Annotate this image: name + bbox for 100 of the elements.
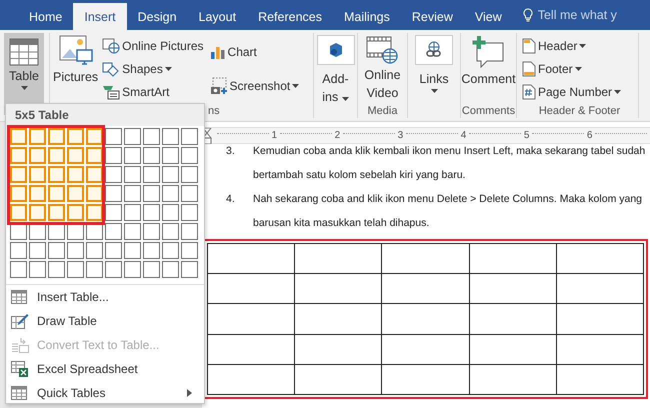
online-video-button[interactable]: Online Video xyxy=(361,33,404,104)
grid-cell[interactable] xyxy=(162,242,179,259)
grid-cell[interactable] xyxy=(124,166,141,183)
grid-cell[interactable] xyxy=(162,166,179,183)
grid-cell[interactable] xyxy=(105,128,122,145)
ribbon-tab[interactable]: Design xyxy=(126,3,188,30)
grid-cell[interactable] xyxy=(105,147,122,164)
grid-cell[interactable] xyxy=(181,166,198,183)
grid-cell[interactable] xyxy=(67,166,84,183)
grid-cell[interactable] xyxy=(29,147,46,164)
grid-cell[interactable] xyxy=(124,128,141,145)
grid-cell[interactable] xyxy=(86,147,103,164)
ribbon-tab[interactable]: Home xyxy=(18,3,74,30)
grid-cell[interactable] xyxy=(162,204,179,221)
grid-cell[interactable] xyxy=(105,204,122,221)
grid-cell[interactable] xyxy=(86,204,103,221)
grid-cell[interactable] xyxy=(48,204,65,221)
grid-cell[interactable] xyxy=(10,261,27,278)
grid-cell[interactable] xyxy=(10,185,27,202)
screenshot-button[interactable]: Screenshot xyxy=(208,75,300,97)
grid-cell[interactable] xyxy=(67,147,84,164)
header-button[interactable]: Header xyxy=(521,35,622,57)
grid-cell[interactable] xyxy=(10,147,27,164)
grid-cell[interactable] xyxy=(105,242,122,259)
grid-cell[interactable] xyxy=(67,242,84,259)
ribbon-tab[interactable]: References xyxy=(247,3,333,30)
grid-cell[interactable] xyxy=(181,147,198,164)
smartart-button[interactable]: SmartArt xyxy=(101,81,205,103)
footer-button[interactable]: Footer xyxy=(521,58,622,80)
grid-cell[interactable] xyxy=(86,166,103,183)
grid-cell[interactable] xyxy=(105,223,122,240)
pictures-button[interactable]: Pictures xyxy=(52,33,100,104)
grid-cell[interactable] xyxy=(67,204,84,221)
grid-cell[interactable] xyxy=(48,128,65,145)
grid-cell[interactable] xyxy=(67,261,84,278)
grid-cell[interactable] xyxy=(67,185,84,202)
comment-button[interactable]: Comment xyxy=(458,33,519,104)
menu-item[interactable]: Quick Tables xyxy=(6,381,204,405)
grid-cell[interactable] xyxy=(143,185,160,202)
online-pictures-button[interactable]: Online Pictures xyxy=(101,35,205,57)
grid-cell[interactable] xyxy=(143,223,160,240)
grid-cell[interactable] xyxy=(29,261,46,278)
grid-cell[interactable] xyxy=(10,166,27,183)
add-ins-button[interactable]: Add- ins xyxy=(314,33,358,107)
grid-cell[interactable] xyxy=(124,185,141,202)
links-button[interactable]: Links xyxy=(412,33,456,95)
grid-cell[interactable] xyxy=(143,242,160,259)
grid-cell[interactable] xyxy=(29,185,46,202)
grid-cell[interactable] xyxy=(124,261,141,278)
tell-me-field[interactable]: Tell me what y xyxy=(522,0,617,30)
shapes-button[interactable]: Shapes xyxy=(101,58,205,80)
grid-cell[interactable] xyxy=(67,128,84,145)
grid-cell[interactable] xyxy=(181,223,198,240)
grid-cell[interactable] xyxy=(162,147,179,164)
grid-cell[interactable] xyxy=(181,204,198,221)
grid-cell[interactable] xyxy=(105,185,122,202)
grid-cell[interactable] xyxy=(181,242,198,259)
ribbon-tab[interactable]: Insert xyxy=(73,3,127,30)
grid-cell[interactable] xyxy=(48,166,65,183)
menu-item[interactable]: Insert Table... xyxy=(6,285,204,309)
grid-cell[interactable] xyxy=(162,223,179,240)
grid-cell[interactable] xyxy=(181,185,198,202)
chart-button[interactable]: Chart xyxy=(208,41,300,63)
grid-cell[interactable] xyxy=(181,128,198,145)
grid-cell[interactable] xyxy=(105,261,122,278)
grid-cell[interactable] xyxy=(48,261,65,278)
menu-item[interactable]: Excel Spreadsheet xyxy=(6,357,204,381)
ribbon-tab[interactable]: View xyxy=(464,3,513,30)
grid-cell[interactable] xyxy=(124,223,141,240)
grid-cell[interactable] xyxy=(143,261,160,278)
grid-cell[interactable] xyxy=(105,166,122,183)
grid-cell[interactable] xyxy=(86,261,103,278)
grid-cell[interactable] xyxy=(162,261,179,278)
grid-cell[interactable] xyxy=(124,147,141,164)
grid-cell[interactable] xyxy=(10,242,27,259)
grid-cell[interactable] xyxy=(124,204,141,221)
page-number-button[interactable]: Page Number xyxy=(521,81,622,103)
grid-cell[interactable] xyxy=(124,242,141,259)
grid-cell[interactable] xyxy=(29,128,46,145)
grid-cell[interactable] xyxy=(181,261,198,278)
grid-cell[interactable] xyxy=(143,166,160,183)
grid-cell[interactable] xyxy=(10,204,27,221)
grid-cell[interactable] xyxy=(48,147,65,164)
ribbon-tab[interactable]: Layout xyxy=(188,3,248,30)
grid-cell[interactable] xyxy=(29,242,46,259)
grid-cell[interactable] xyxy=(86,185,103,202)
ribbon-tab[interactable]: Review xyxy=(400,3,464,30)
grid-cell[interactable] xyxy=(86,242,103,259)
grid-cell[interactable] xyxy=(48,185,65,202)
grid-cell[interactable] xyxy=(86,128,103,145)
grid-cell[interactable] xyxy=(143,147,160,164)
menu-item[interactable]: Draw Table xyxy=(6,309,204,333)
grid-cell[interactable] xyxy=(143,128,160,145)
grid-cell[interactable] xyxy=(10,128,27,145)
grid-cell[interactable] xyxy=(143,204,160,221)
grid-cell[interactable] xyxy=(48,242,65,259)
grid-cell[interactable] xyxy=(29,204,46,221)
ribbon-tab[interactable]: Mailings xyxy=(333,3,401,30)
grid-cell[interactable] xyxy=(29,166,46,183)
grid-cell[interactable] xyxy=(162,185,179,202)
